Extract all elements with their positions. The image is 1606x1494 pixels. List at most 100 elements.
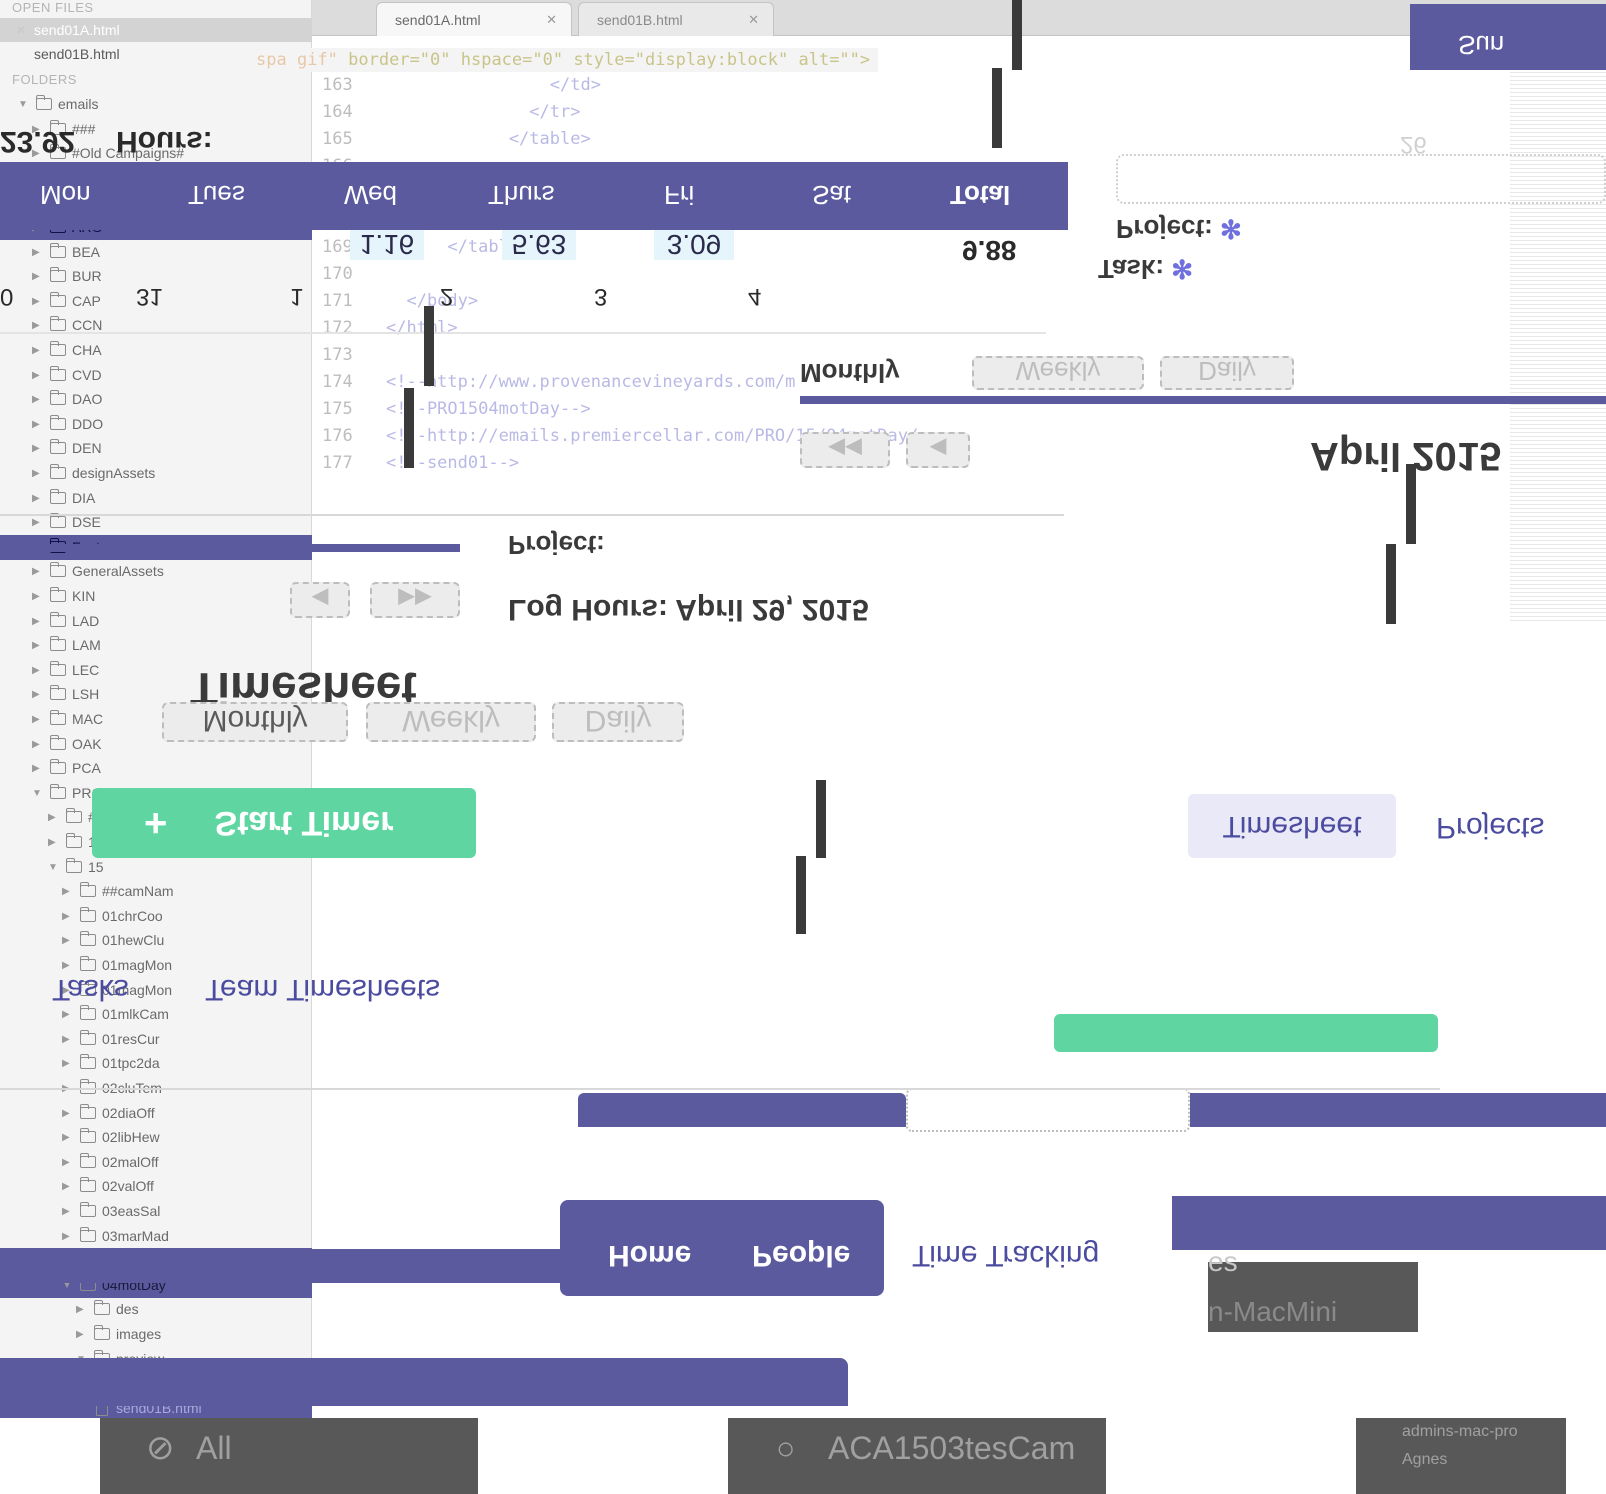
disclosure-closed-icon[interactable]: ▶	[32, 559, 42, 584]
disclosure-closed-icon[interactable]: ▶	[32, 658, 42, 683]
disclosure-closed-icon[interactable]: ▶	[32, 584, 42, 609]
disclosure-closed-icon[interactable]: ▶	[32, 240, 42, 265]
tree-folder-item[interactable]: ▼ emails	[0, 92, 312, 117]
tree-folder-item[interactable]: ▶ des	[0, 1297, 312, 1322]
tree-folder-item[interactable]: ▶ CVD	[0, 363, 312, 388]
subnav-tasks[interactable]: Tasks	[52, 972, 129, 1006]
nav-people[interactable]: People	[752, 1238, 850, 1272]
disclosure-open-icon[interactable]: ▼	[32, 781, 42, 806]
tab-send01a[interactable]: send01A.html ✕	[376, 2, 572, 36]
tree-folder-item[interactable]: ▶ designAssets	[0, 461, 312, 486]
disclosure-closed-icon[interactable]: ▶	[32, 387, 42, 412]
disclosure-closed-icon[interactable]: ▶	[32, 363, 42, 388]
disclosure-closed-icon[interactable]: ▶	[32, 289, 42, 314]
disclosure-closed-icon[interactable]: ▶	[32, 264, 42, 289]
prev-day-button[interactable]: ◀	[290, 582, 350, 618]
hours-mon[interactable]: 1.16	[350, 228, 424, 260]
disclosure-closed-icon[interactable]: ▶	[32, 633, 42, 658]
tree-folder-item[interactable]: ▶ 02libHew	[0, 1125, 312, 1150]
disclosure-closed-icon[interactable]: ▶	[76, 1297, 86, 1322]
tree-folder-item[interactable]: ▶ DIA	[0, 486, 312, 511]
tree-folder-item[interactable]: ▶ DDO	[0, 412, 312, 437]
disclosure-closed-icon[interactable]: ▶	[32, 732, 42, 757]
disclosure-closed-icon[interactable]: ▶	[62, 1027, 72, 1052]
view-monthly[interactable]: Monthly	[162, 702, 348, 742]
dock-all[interactable]: ⊘ All	[100, 1418, 478, 1494]
close-icon[interactable]: ✕	[546, 3, 557, 37]
subnav-team-timesheets[interactable]: Team Timesheets	[205, 972, 440, 1006]
tree-folder-item[interactable]: ▶ 02malOff	[0, 1150, 312, 1175]
tree-folder-item[interactable]: ▶ images	[0, 1322, 312, 1347]
tree-folder-item[interactable]: ▶ GeneralAssets	[0, 559, 312, 584]
disclosure-closed-icon[interactable]: ▶	[32, 436, 42, 461]
disclosure-closed-icon[interactable]: ▶	[62, 1125, 72, 1150]
tree-folder-item[interactable]: ▶ 01hewClu	[0, 928, 312, 953]
tree-folder-item[interactable]: ▶ KIN	[0, 584, 312, 609]
hours-fri[interactable]: 3.09	[654, 228, 734, 260]
tree-folder-item[interactable]: ▶ DEN	[0, 436, 312, 461]
dock-hosts[interactable]: admins-mac-pro Agnes	[1356, 1418, 1566, 1494]
hours-wed[interactable]: 5.63	[502, 228, 576, 260]
disclosure-closed-icon[interactable]: ▶	[32, 338, 42, 363]
subnav-timesheet[interactable]: Timesheet	[1188, 794, 1396, 858]
subnav-projects[interactable]: Projects	[1436, 810, 1544, 844]
tree-folder-item[interactable]: ▶ LAD	[0, 609, 312, 634]
disclosure-closed-icon[interactable]: ▶	[62, 1199, 72, 1224]
disclosure-closed-icon[interactable]: ▶	[62, 1224, 72, 1249]
dock-campaign[interactable]: ○ ACA1503tesCam	[728, 1418, 1106, 1494]
tree-folder-item[interactable]: ▶ BEA	[0, 240, 312, 265]
nav-time-tracking[interactable]: Time Tracking	[912, 1238, 1099, 1272]
tree-folder-item[interactable]: ▶ 02diaOff	[0, 1101, 312, 1126]
disclosure-closed-icon[interactable]: ▶	[32, 313, 42, 338]
disclosure-closed-icon[interactable]: ▶	[62, 879, 72, 904]
weekly-tab-ghost[interactable]: Weekly	[972, 356, 1144, 390]
disclosure-open-icon[interactable]: ▼	[48, 855, 58, 880]
disclosure-closed-icon[interactable]: ▶	[48, 830, 58, 855]
nav-home[interactable]: Home	[608, 1238, 691, 1272]
tree-folder-item[interactable]: ▶ CCN	[0, 313, 312, 338]
tree-folder-item[interactable]: ▶ 01tpc2da	[0, 1051, 312, 1076]
prev-week-button[interactable]: ◀	[906, 432, 970, 468]
disclosure-open-icon[interactable]: ▼	[18, 92, 28, 117]
close-icon[interactable]: ✕	[748, 3, 759, 37]
view-daily[interactable]: Daily	[552, 702, 684, 742]
monthly-tab-ghost[interactable]: Monthly	[800, 357, 900, 388]
tree-folder-item[interactable]: ▶ ##camNam	[0, 879, 312, 904]
tree-folder-item[interactable]: ▶ 03easSal	[0, 1199, 312, 1224]
add-time-button[interactable]	[1054, 1014, 1438, 1052]
tree-folder-item[interactable]: ▶ CHA	[0, 338, 312, 363]
tree-folder-item[interactable]: ▶ LAM	[0, 633, 312, 658]
tree-folder-item[interactable]: ▶ PCA	[0, 756, 312, 781]
project-select[interactable]	[1116, 154, 1606, 204]
mini-host-tile[interactable]: n-MacMini	[1208, 1262, 1418, 1332]
tree-folder-item[interactable]: ▶ 01resCur	[0, 1027, 312, 1052]
tree-folder-item[interactable]: ▶ 02valOff	[0, 1174, 312, 1199]
minimap[interactable]	[1510, 64, 1606, 624]
prev-month-button[interactable]: ◀◀	[800, 432, 890, 468]
tree-folder-item[interactable]: ▶ DAO	[0, 387, 312, 412]
disclosure-closed-icon[interactable]: ▶	[62, 1174, 72, 1199]
disclosure-closed-icon[interactable]: ▶	[32, 486, 42, 511]
disclosure-closed-icon[interactable]: ▶	[32, 707, 42, 732]
disclosure-closed-icon[interactable]: ▶	[62, 1051, 72, 1076]
close-icon[interactable]: ✕	[16, 18, 26, 42]
open-file-item[interactable]: ✕ send01A.html	[0, 18, 312, 42]
disclosure-closed-icon[interactable]: ▶	[62, 928, 72, 953]
disclosure-closed-icon[interactable]: ▶	[48, 805, 58, 830]
view-weekly[interactable]: Weekly	[366, 702, 536, 742]
disclosure-closed-icon[interactable]: ▶	[32, 461, 42, 486]
disclosure-closed-icon[interactable]: ▶	[32, 682, 42, 707]
disclosure-closed-icon[interactable]: ▶	[32, 412, 42, 437]
disclosure-closed-icon[interactable]: ▶	[62, 904, 72, 929]
code-editor[interactable]: 163 </td>164 </tr>165 </table>166167 </t…	[312, 36, 1512, 496]
disclosure-closed-icon[interactable]: ▶	[62, 1150, 72, 1175]
disclosure-closed-icon[interactable]: ▶	[62, 1101, 72, 1126]
daily-tab-ghost[interactable]: Daily	[1160, 356, 1294, 390]
tab-send01b[interactable]: send01B.html ✕	[578, 2, 774, 36]
tree-folder-item[interactable]: ▼ 15	[0, 855, 312, 880]
disclosure-closed-icon[interactable]: ▶	[76, 1322, 86, 1347]
next-day-button[interactable]: ▶▶	[370, 582, 460, 618]
start-timer-button[interactable]: + Start Timer	[92, 788, 476, 858]
disclosure-closed-icon[interactable]: ▶	[32, 756, 42, 781]
tree-folder-item[interactable]: ▶ 03marMad	[0, 1224, 312, 1249]
